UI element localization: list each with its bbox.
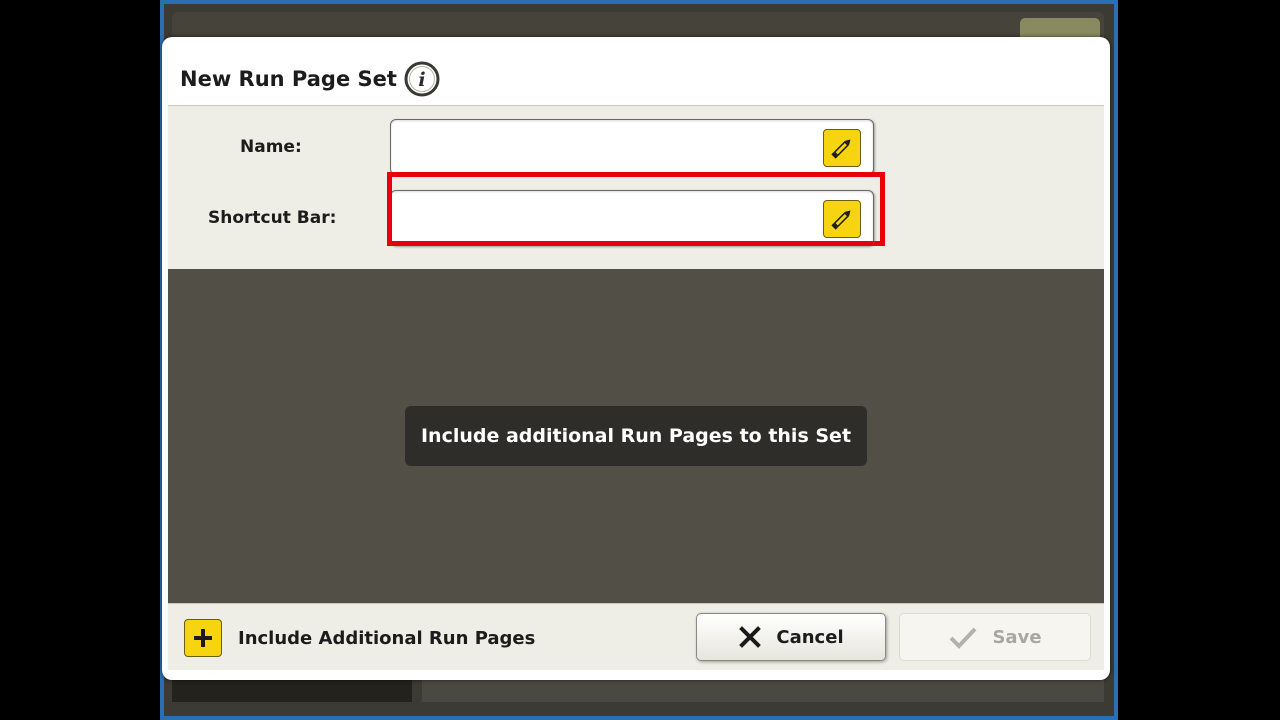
empty-message: Include additional Run Pages to this Set [405, 406, 867, 466]
include-additional-run-pages-label: Include Additional Run Pages [238, 627, 536, 649]
name-label: Name: [240, 137, 302, 157]
cancel-label: Cancel [776, 626, 844, 648]
save-label: Save [992, 626, 1042, 648]
x-icon [738, 625, 762, 649]
check-icon [948, 625, 978, 649]
plus-icon [184, 619, 222, 657]
save-button[interactable]: Save [899, 613, 1091, 661]
new-run-page-set-dialog: New Run Page Set i Name: Shortcut Bar: I… [162, 37, 1110, 680]
name-field[interactable] [390, 119, 874, 175]
svg-text:i: i [418, 69, 425, 91]
dialog-header: New Run Page Set i [168, 43, 1104, 105]
include-additional-run-pages-button[interactable]: Include Additional Run Pages [184, 618, 535, 658]
dialog-title: New Run Page Set [180, 67, 397, 91]
cancel-button[interactable]: Cancel [696, 613, 886, 661]
run-pages-content: Include additional Run Pages to this Set [168, 269, 1104, 603]
form-area: Name: Shortcut Bar: [168, 105, 1104, 270]
shortcut-bar-label: Shortcut Bar: [208, 208, 337, 228]
dialog-footer: Include Additional Run Pages Cancel Save [168, 603, 1104, 670]
name-edit-button[interactable] [823, 129, 861, 167]
info-icon[interactable]: i [404, 61, 440, 97]
name-field-highlight [387, 172, 885, 246]
pencil-icon [831, 139, 851, 159]
